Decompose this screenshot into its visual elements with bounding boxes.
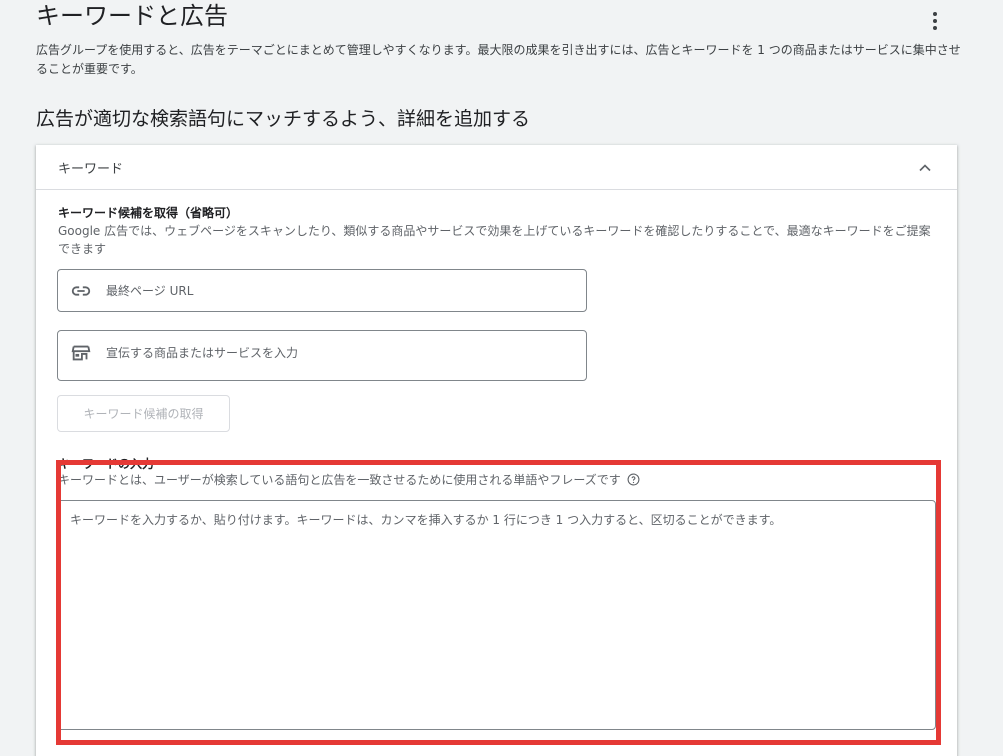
final-url-input[interactable]: 最終ページ URL <box>57 269 587 312</box>
suggestions-title: キーワード候補を取得（省略可） <box>58 206 239 220</box>
keywords-card-title: キーワード <box>58 161 124 177</box>
page-title: キーワードと広告 <box>36 2 228 30</box>
get-keyword-suggestions-button[interactable]: キーワード候補の取得 <box>57 395 230 432</box>
more-options-icon[interactable] <box>922 8 948 34</box>
keyword-input-description-row: キーワードとは、ユーザーが検索している語句と広告を一致させるために使用される単語… <box>58 471 640 488</box>
help-circle-icon[interactable] <box>627 473 640 486</box>
keywords-card: キーワード キーワード候補を取得（省略可） Google 広告では、ウェブページ… <box>36 145 957 756</box>
keywords-card-header[interactable]: キーワード <box>36 145 957 190</box>
page-description: 広告グループを使用すると、広告をテーマごとにまとめて管理しやすくなります。最大限… <box>36 43 961 76</box>
suggestions-description: Google 広告では、ウェブページをスキャンしたり、類似する商品やサービスで効… <box>58 224 931 256</box>
keywords-textarea[interactable]: キーワードを入力するか、貼り付けます。キーワードは、カンマを挿入するか 1 行に… <box>57 500 936 730</box>
product-service-input[interactable]: 宣伝する商品またはサービスを入力 <box>57 330 587 381</box>
final-url-placeholder: 最終ページ URL <box>106 284 194 298</box>
chevron-up-icon[interactable] <box>915 158 935 178</box>
keyword-input-label: キーワードの入力 <box>58 457 155 471</box>
link-icon <box>71 285 91 296</box>
product-service-placeholder: 宣伝する商品またはサービスを入力 <box>106 346 299 360</box>
keyword-input-description: キーワードとは、ユーザーが検索している語句と広告を一致させるために使用される単語… <box>58 473 621 487</box>
section-heading: 広告が適切な検索語句にマッチするよう、詳細を追加する <box>36 108 531 130</box>
store-icon <box>71 345 91 361</box>
